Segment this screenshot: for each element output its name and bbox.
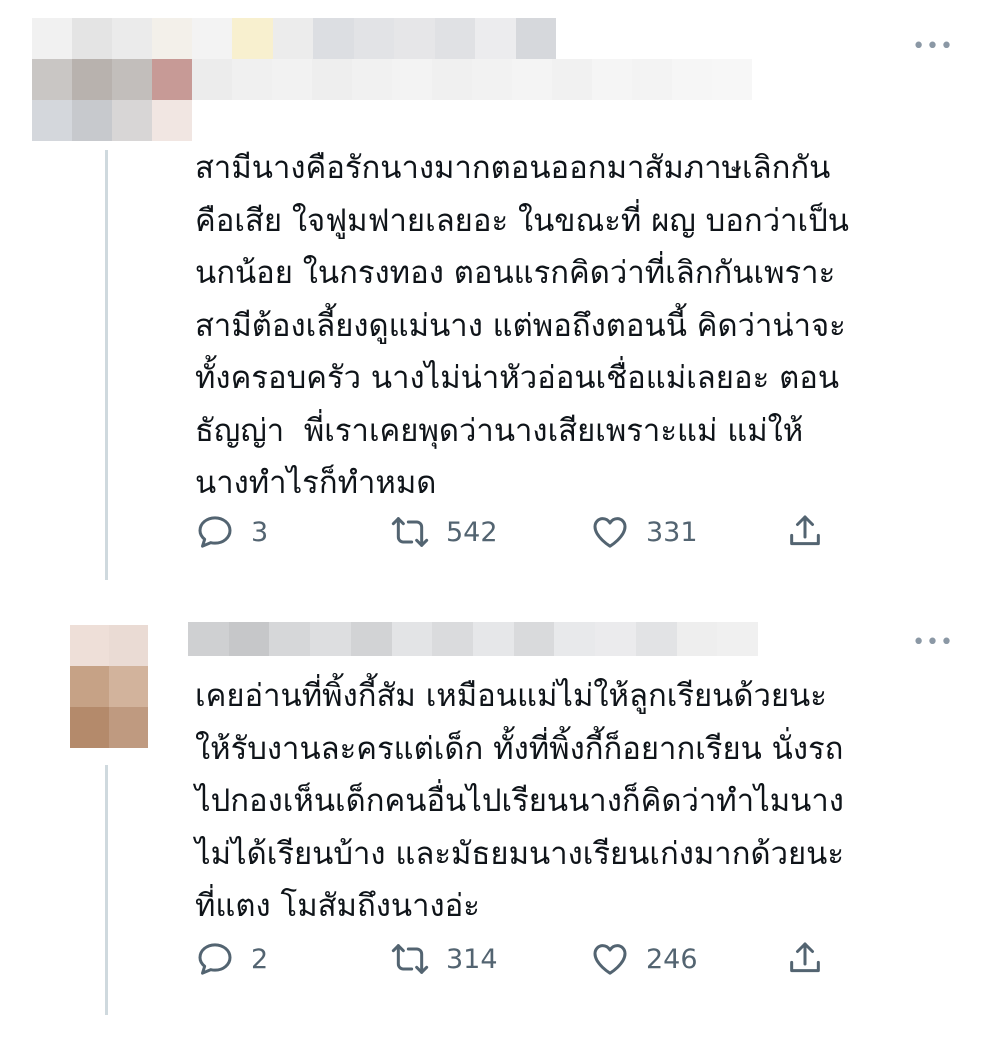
- share-button[interactable]: [785, 939, 825, 979]
- share-button[interactable]: [785, 512, 825, 552]
- tweet-text: เคยอ่านที่พิ้งกี้สัม เหมือนแม่ไม่ให้ลูกเ…: [195, 678, 845, 924]
- like-count: 331: [646, 516, 698, 548]
- more-icon[interactable]: •••: [912, 36, 954, 58]
- reply-count: 3: [251, 516, 269, 548]
- reply-icon: [198, 943, 232, 975]
- like-icon: [593, 944, 627, 975]
- tweet-2: ••• เคยอ่านที่พิ้งกี้สัม เหมือนแม่ไม่ให้…: [0, 580, 1000, 1039]
- like-icon: [593, 517, 627, 548]
- like-count: 246: [646, 943, 698, 975]
- avatar[interactable]: [32, 18, 192, 142]
- tweet-actions: 2 314 246: [195, 939, 835, 979]
- author-handle-blurred: [192, 59, 752, 100]
- share-icon: [790, 515, 820, 546]
- tweet-1: ••• สามีนางคือรักนางมากตอนออกมาสัมภาษเลิ…: [0, 0, 1000, 580]
- avatar[interactable]: [70, 625, 148, 749]
- like-button[interactable]: 331: [590, 512, 698, 552]
- thread-line: [105, 150, 108, 580]
- reply-button[interactable]: 2: [195, 939, 268, 979]
- retweet-icon: [391, 517, 429, 547]
- like-button[interactable]: 246: [590, 939, 698, 979]
- retweet-icon: [391, 944, 429, 974]
- thread-line: [105, 765, 108, 1015]
- reply-icon: [198, 516, 232, 548]
- tweet-actions: 3 542 331: [195, 512, 835, 552]
- retweet-count: 542: [446, 516, 498, 548]
- retweet-button[interactable]: 314: [390, 939, 498, 979]
- reply-count: 2: [251, 943, 269, 975]
- tweet-text: สามีนางคือรักนางมากตอนออกมาสัมภาษเลิกกัน…: [195, 150, 849, 501]
- author-name-blurred[interactable]: [188, 622, 758, 656]
- author-name-blurred[interactable]: [192, 18, 556, 59]
- reply-button[interactable]: 3: [195, 512, 268, 552]
- share-icon: [790, 942, 820, 973]
- retweet-button[interactable]: 542: [390, 512, 498, 552]
- retweet-count: 314: [446, 943, 498, 975]
- more-icon[interactable]: •••: [912, 632, 954, 654]
